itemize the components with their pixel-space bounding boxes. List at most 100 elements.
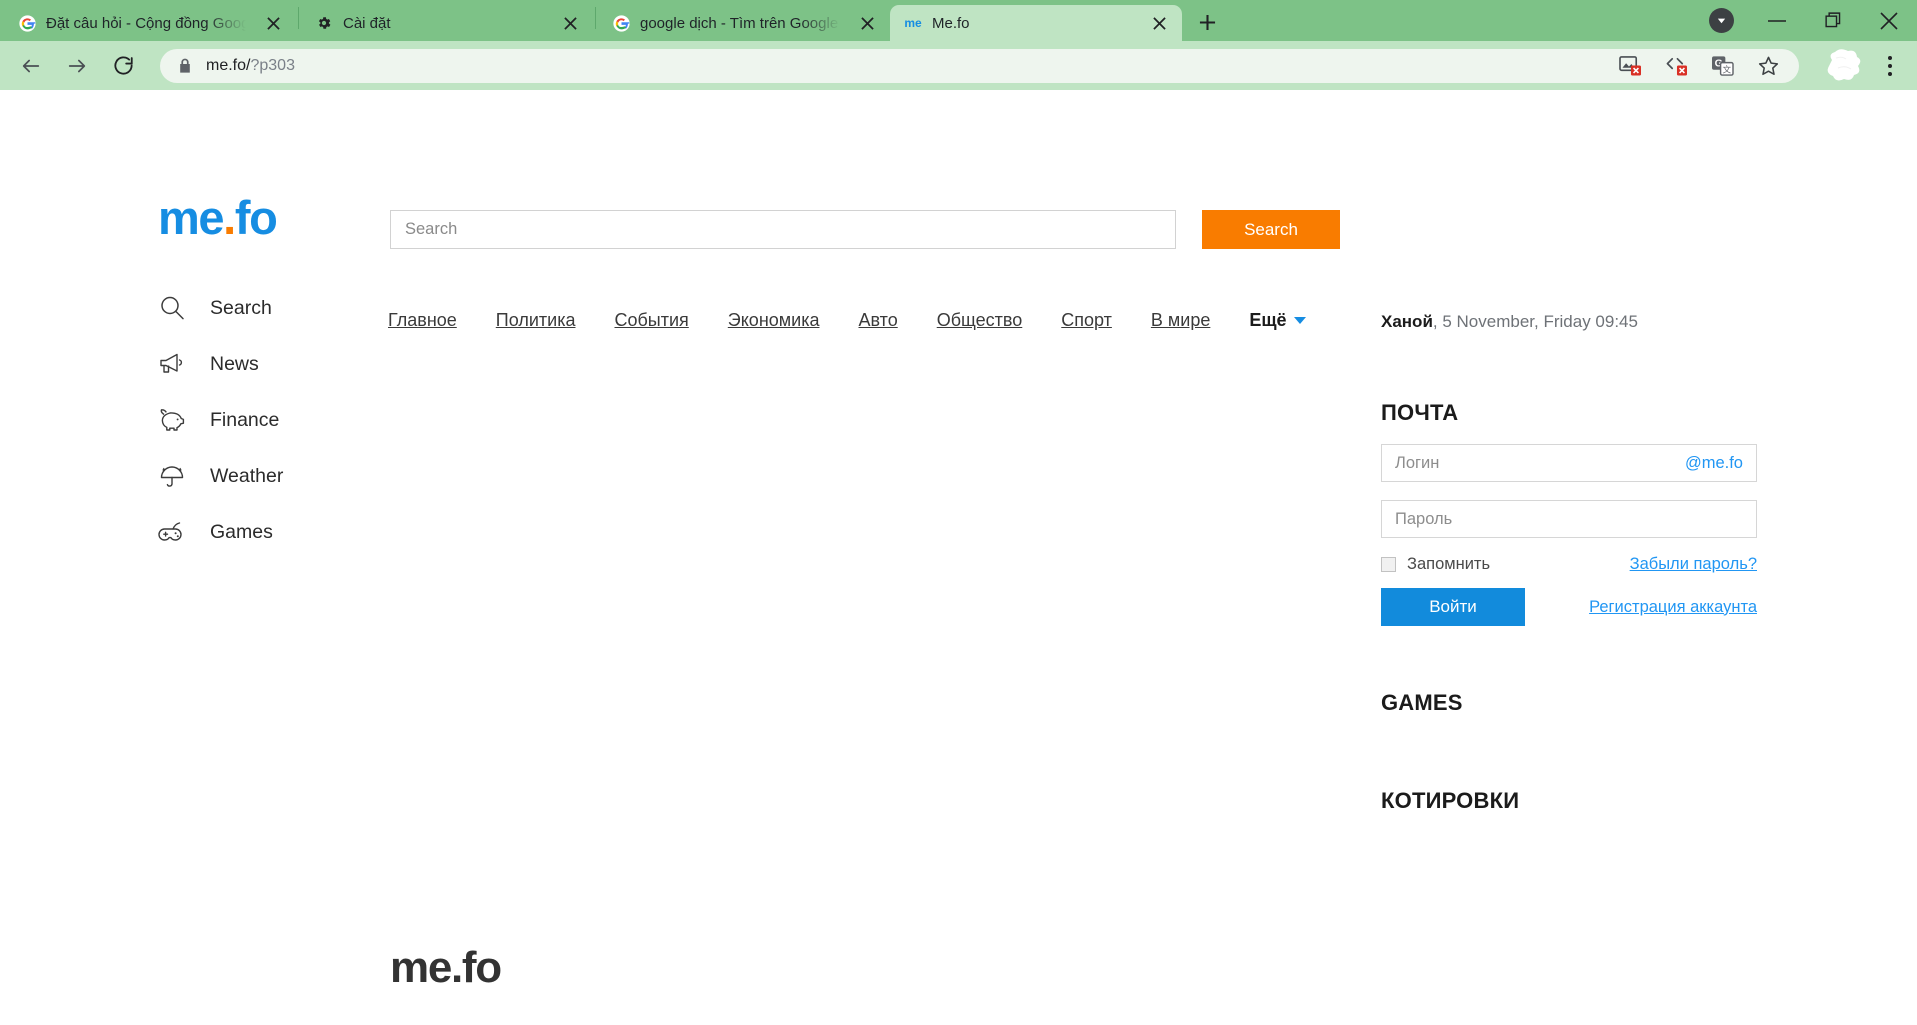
sidebar-item-search[interactable]: Search <box>158 280 368 336</box>
url-origin: me.fo/ <box>206 56 251 74</box>
browser-window: Đặt câu hỏi - Cộng đồng Google Cài đặt g… <box>0 0 1917 1025</box>
back-arrow-icon[interactable] <box>10 45 52 87</box>
browser-tab-4-title: Me.fo <box>932 14 970 32</box>
download-indicator-icon[interactable] <box>1693 0 1749 41</box>
right-column: ПОЧТА @me.fo Запомнить Забыли пароль? <box>1381 400 1757 814</box>
profile-avatar[interactable] <box>1821 46 1867 86</box>
svg-text:文: 文 <box>1722 64 1731 75</box>
nav-item-politika[interactable]: Политика <box>496 310 576 331</box>
remember-checkbox[interactable] <box>1381 557 1396 572</box>
browser-tab-2[interactable]: Cài đặt <box>301 5 593 41</box>
games-panel-title: GAMES <box>1381 690 1463 715</box>
browser-toolbar: me.fo/?p303 G 文 <box>0 41 1917 90</box>
close-icon[interactable] <box>1146 10 1172 36</box>
login-field[interactable]: @me.fo <box>1381 444 1757 482</box>
scripts-blocked-icon[interactable] <box>1663 53 1689 79</box>
close-icon[interactable] <box>557 10 583 36</box>
megaphone-icon <box>158 350 198 378</box>
sidebar-item-news[interactable]: News <box>158 336 368 392</box>
search-input[interactable] <box>390 210 1176 249</box>
omnibox-actions: G 文 <box>1617 53 1785 79</box>
site-logo[interactable]: me.fo <box>158 191 278 244</box>
new-tab-button[interactable] <box>1190 5 1224 39</box>
url-path: ?p303 <box>250 56 295 74</box>
footer-logo[interactable]: me.fo <box>390 946 1757 990</box>
close-icon[interactable] <box>260 10 286 36</box>
logo-fo: fo <box>234 191 278 244</box>
page-viewport: me.fo Search Search Search News Finance … <box>0 90 1917 1025</box>
sidebar-item-label: Weather <box>210 464 284 487</box>
login-input[interactable] <box>1395 453 1685 473</box>
google-icon <box>612 14 630 32</box>
forgot-password-link[interactable]: Забыли пароль? <box>1630 555 1757 574</box>
sidebar-item-weather[interactable]: Weather <box>158 448 368 504</box>
google-icon <box>18 14 36 32</box>
forward-arrow-icon[interactable] <box>56 45 98 87</box>
close-icon[interactable] <box>854 10 880 36</box>
chevron-down-icon <box>1293 317 1306 324</box>
date-time: , 5 November, Friday 09:45 <box>1432 312 1638 331</box>
close-button[interactable] <box>1861 0 1917 41</box>
mail-options-row: Запомнить Забыли пароль? <box>1381 555 1757 574</box>
translate-icon[interactable]: G 文 <box>1709 53 1735 79</box>
maximize-button[interactable] <box>1805 0 1861 41</box>
register-account-link[interactable]: Регистрация аккаунта <box>1589 598 1757 617</box>
magnifier-icon <box>158 294 198 322</box>
bookmark-star-icon[interactable] <box>1755 53 1781 79</box>
browser-tab-3[interactable]: google dịch - Tìm trên Google <box>598 5 890 41</box>
login-button[interactable]: Войти <box>1381 588 1525 626</box>
nav-item-more[interactable]: Ещё <box>1249 310 1306 331</box>
kebab-menu-icon[interactable] <box>1873 46 1907 86</box>
nav-item-ekonomika[interactable]: Экономика <box>728 310 820 331</box>
nav-item-avto[interactable]: Авто <box>858 310 897 331</box>
nav-item-sport[interactable]: Спорт <box>1061 310 1112 331</box>
piggy-bank-icon <box>158 406 198 434</box>
address-bar-url: me.fo/?p303 <box>206 57 295 75</box>
password-input[interactable] <box>1395 509 1743 529</box>
remember-me-option[interactable]: Запомнить <box>1381 555 1490 574</box>
browser-tab-3-title: google dịch - Tìm trên Google <box>640 14 839 32</box>
sidebar-item-finance[interactable]: Finance <box>158 392 368 448</box>
images-blocked-icon[interactable] <box>1617 53 1643 79</box>
reload-icon[interactable] <box>102 45 144 87</box>
minimize-button[interactable] <box>1749 0 1805 41</box>
password-field[interactable] <box>1381 500 1757 538</box>
mail-submit-row: Войти Регистрация аккаунта <box>1381 588 1757 626</box>
tab-divider <box>298 6 299 29</box>
sidebar-item-label: News <box>210 352 259 375</box>
browser-tab-1[interactable]: Đặt câu hỏi - Cộng đồng Google <box>4 5 296 41</box>
address-bar[interactable]: me.fo/?p303 G 文 <box>160 48 1799 83</box>
mail-panel-title: ПОЧТА <box>1381 400 1459 425</box>
gamepad-icon <box>158 518 198 546</box>
top-nav: Главное Политика События Экономика Авто … <box>388 310 1306 331</box>
logo-dot: . <box>223 191 236 244</box>
umbrella-icon <box>158 462 198 490</box>
browser-tab-1-title: Đặt câu hỏi - Cộng đồng Google <box>46 14 246 32</box>
nav-item-more-label: Ещё <box>1249 310 1287 330</box>
city-date: Ханой, 5 November, Friday 09:45 <box>1381 312 1638 332</box>
browser-tab-2-title: Cài đặt <box>343 14 391 32</box>
sidebar-item-label: Games <box>210 520 273 543</box>
page-footer: me.fo О проекте Реклама Контакты <box>390 946 1757 1025</box>
window-controls <box>1693 0 1917 41</box>
tab-divider <box>595 6 596 29</box>
city-name[interactable]: Ханой <box>1381 312 1433 331</box>
remember-label: Запомнить <box>1407 555 1491 573</box>
sidebar-item-games[interactable]: Games <box>158 504 368 560</box>
lock-icon <box>178 58 192 74</box>
search-bar: Search <box>390 210 1340 249</box>
nav-item-sobytiya[interactable]: События <box>614 310 688 331</box>
login-domain-suffix: @me.fo <box>1684 453 1743 472</box>
mefo-icon: me <box>904 16 922 30</box>
browser-tab-4[interactable]: me Me.fo <box>890 5 1182 41</box>
quotes-panel-title: КОТИРОВКИ <box>1381 788 1520 813</box>
sidebar-nav: Search News Finance Weather Games <box>158 280 368 560</box>
logo-me: me <box>158 191 225 244</box>
nav-item-vmire[interactable]: В мире <box>1151 310 1210 331</box>
nav-item-obshestvo[interactable]: Общество <box>937 310 1023 331</box>
search-button[interactable]: Search <box>1202 210 1340 249</box>
gear-icon <box>315 14 333 32</box>
nav-item-glavnoe[interactable]: Главное <box>388 310 457 331</box>
